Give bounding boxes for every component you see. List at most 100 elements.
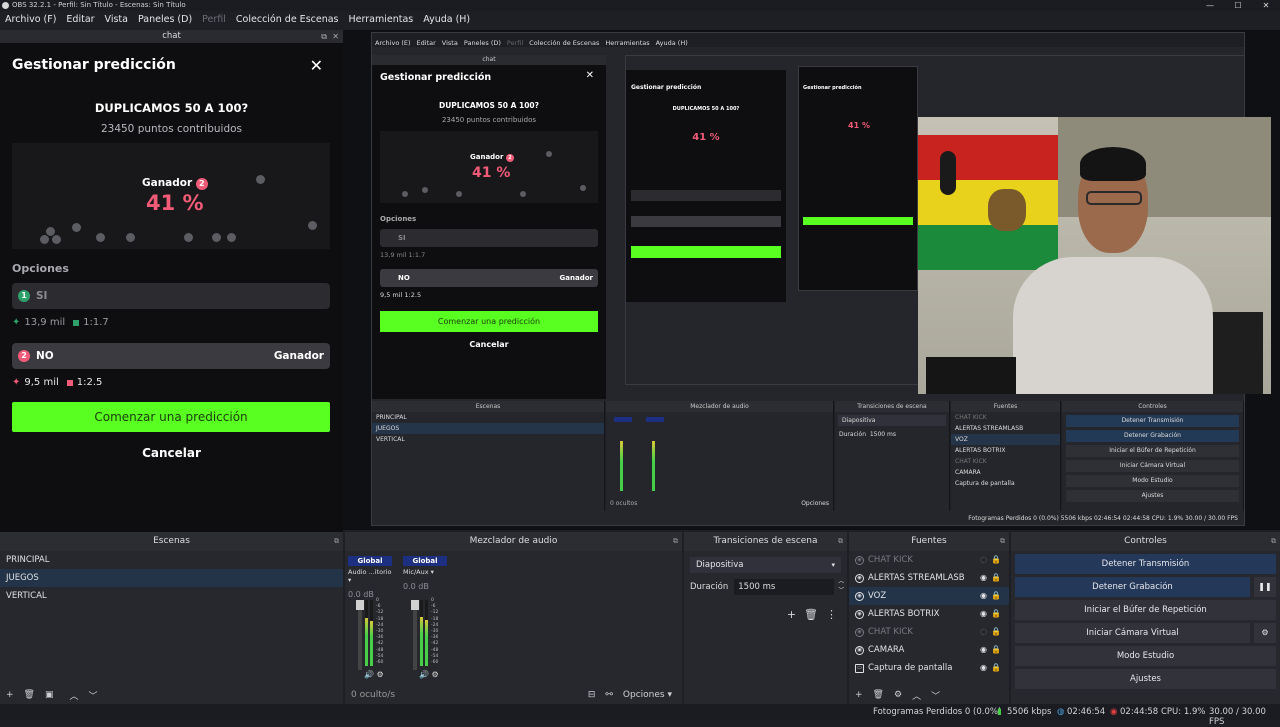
menu-coleccion-escenas[interactable]: Colección de Escenas bbox=[231, 11, 344, 28]
nested-option-2-stats: 9,5 mil 1:2.5 bbox=[380, 291, 422, 299]
remove-scene-icon[interactable]: 🗑 bbox=[24, 690, 35, 700]
dock-undock-icon[interactable]: ⧉ bbox=[1271, 532, 1276, 551]
menu-paneles[interactable]: Paneles (D) bbox=[133, 11, 197, 28]
menu-vista[interactable]: Vista bbox=[100, 11, 133, 28]
source-item[interactable]: ▭ Captura de pantalla ◉ 🔒 bbox=[849, 659, 1009, 677]
eye-icon[interactable]: ◉ bbox=[980, 569, 987, 587]
speaker-icon[interactable]: 🔊 bbox=[419, 670, 429, 679]
start-prediction-button[interactable]: Comenzar una predicción bbox=[12, 402, 330, 432]
eye-icon[interactable]: ◉ bbox=[980, 641, 987, 659]
eye-icon[interactable]: ◉ bbox=[980, 659, 987, 677]
transitions-title-text: Transiciones de escena bbox=[713, 536, 818, 546]
duration-input[interactable]: 1500 ms ︿ ﹀ bbox=[734, 578, 844, 595]
menu-herramientas[interactable]: Herramientas bbox=[344, 11, 419, 28]
spin-arrows-icon[interactable]: ︿ ﹀ bbox=[838, 577, 844, 595]
nested-source: CHAT KICK bbox=[955, 414, 987, 421]
graph-dot bbox=[212, 233, 221, 242]
add-transition-icon[interactable]: + bbox=[787, 608, 796, 621]
nested-control: Iniciar el Búfer de Repetición bbox=[1066, 445, 1239, 457]
eye-icon[interactable]: ◉ bbox=[980, 587, 987, 605]
channel-controls: 🔊 ⚙ bbox=[364, 670, 384, 679]
obs-logo-icon bbox=[2, 2, 9, 9]
channel-settings-icon[interactable]: ⚙ bbox=[432, 670, 439, 679]
move-down-icon[interactable]: ﹀ bbox=[89, 689, 98, 702]
dock-undock-icon[interactable]: ⧉ bbox=[334, 532, 339, 551]
pause-icon[interactable]: ❚❚ bbox=[1254, 577, 1276, 597]
lock-icon[interactable]: 🔒 bbox=[991, 605, 1001, 623]
stream-icon: ◍ bbox=[1057, 707, 1065, 717]
maximize-button[interactable]: ☐ bbox=[1224, 0, 1252, 11]
source-item[interactable]: ◉ CHAT KICK ◌ 🔒 bbox=[849, 551, 1009, 569]
lock-icon[interactable]: 🔒 bbox=[991, 659, 1001, 677]
transition-menu-icon[interactable]: ⋮ bbox=[826, 608, 837, 621]
mixer-layout-icon[interactable]: ⊟ bbox=[588, 690, 596, 700]
meter-tick: -18 bbox=[376, 616, 384, 622]
nested-duration-label: Duración bbox=[839, 431, 867, 438]
speaker-icon[interactable]: 🔊 bbox=[364, 670, 374, 679]
lock-icon[interactable]: 🔒 bbox=[991, 641, 1001, 659]
scene-item[interactable]: PRINCIPAL bbox=[0, 551, 343, 569]
mixer-link-icon[interactable]: ⚯ bbox=[605, 690, 613, 700]
nested-header: Gestionar predicción bbox=[380, 72, 492, 83]
filters-icon[interactable]: ▣ bbox=[45, 690, 54, 700]
title-bar: OBS 32.2.1 - Perfil: Sin Título - Escena… bbox=[0, 0, 1280, 11]
menu-editar[interactable]: Editar bbox=[61, 11, 99, 28]
move-up-icon[interactable]: ︿ bbox=[70, 689, 79, 702]
add-source-icon[interactable]: + bbox=[855, 690, 863, 700]
replay-buffer-button[interactable]: Iniciar el Búfer de Repetición bbox=[1015, 600, 1276, 620]
fader-knob[interactable] bbox=[356, 600, 364, 610]
eye-icon[interactable]: ◉ bbox=[980, 605, 987, 623]
add-scene-icon[interactable]: + bbox=[6, 690, 14, 700]
volume-fader[interactable] bbox=[411, 600, 419, 670]
option-no[interactable]: 2 NO Ganador bbox=[12, 343, 330, 369]
menu-perfil[interactable]: Perfil bbox=[197, 11, 231, 28]
dock-undock-icon[interactable]: ⧉ bbox=[673, 532, 678, 551]
virtual-camera-button[interactable]: Iniciar Cámara Virtual ⚙ bbox=[1015, 623, 1276, 643]
move-down-icon[interactable]: ﹀ bbox=[931, 689, 940, 702]
menu-ayuda[interactable]: Ayuda (H) bbox=[418, 11, 475, 28]
menu-archivo[interactable]: Archivo (F) bbox=[0, 11, 61, 28]
gear-icon[interactable]: ⚙ bbox=[1254, 623, 1276, 643]
scene-item[interactable]: VERTICAL bbox=[0, 587, 343, 605]
preview-canvas[interactable]: Archivo (E) Editar Vista Paneles (D) Per… bbox=[343, 30, 1280, 530]
scene-item[interactable]: JUEGOS bbox=[0, 569, 343, 587]
close-prediction-icon[interactable]: ✕ bbox=[310, 56, 323, 75]
source-item[interactable]: ◉ ALERTAS STREAMLASB ◉ 🔒 bbox=[849, 569, 1009, 587]
studio-mode-button[interactable]: Modo Estudio bbox=[1015, 646, 1276, 666]
move-up-icon[interactable]: ︿ bbox=[912, 689, 921, 702]
settings-button[interactable]: Ajustes bbox=[1015, 669, 1276, 689]
dock-undock-icon[interactable]: ⧉ bbox=[838, 532, 843, 551]
option-si[interactable]: 1 SI bbox=[12, 283, 330, 309]
close-window-button[interactable]: ✕ bbox=[1252, 0, 1280, 11]
hidden-eye-icon[interactable]: ◌ bbox=[980, 551, 987, 569]
lock-icon[interactable]: 🔒 bbox=[991, 623, 1001, 641]
remove-transition-icon[interactable]: 🗑 bbox=[804, 608, 818, 621]
undock-icon[interactable]: ⧉ bbox=[321, 30, 327, 43]
channel-settings-icon[interactable]: ⚙ bbox=[377, 670, 384, 679]
source-item[interactable]: ◉ VOZ ◉ 🔒 bbox=[849, 587, 1009, 605]
stop-recording-button[interactable]: Detener Grabación ❚❚ bbox=[1015, 577, 1276, 597]
lock-icon[interactable]: 🔒 bbox=[991, 569, 1001, 587]
record-time: 02:44:58 bbox=[1120, 707, 1159, 717]
cancel-prediction-button[interactable]: Cancelar bbox=[0, 446, 343, 460]
hidden-eye-icon[interactable]: ◌ bbox=[980, 623, 987, 641]
volume-fader[interactable] bbox=[356, 600, 364, 670]
source-item[interactable]: ◉ ALERTAS BOTRIX ◉ 🔒 bbox=[849, 605, 1009, 623]
source-settings-icon[interactable]: ⚙ bbox=[894, 690, 902, 700]
close-dock-icon[interactable]: ✕ bbox=[332, 30, 339, 43]
lock-icon[interactable]: 🔒 bbox=[991, 587, 1001, 605]
source-item[interactable]: ▣ CAMARA ◉ 🔒 bbox=[849, 641, 1009, 659]
source-item[interactable]: ◉ CHAT KICK ◌ 🔒 bbox=[849, 623, 1009, 641]
transition-select[interactable]: Diapositiva ▾ bbox=[690, 557, 841, 573]
remove-source-icon[interactable]: 🗑 bbox=[873, 690, 884, 700]
stop-stream-button[interactable]: Detener Transmisión bbox=[1015, 554, 1276, 574]
meter-tick: -42 bbox=[431, 641, 439, 647]
lock-icon[interactable]: 🔒 bbox=[991, 551, 1001, 569]
source-label: ALERTAS BOTRIX bbox=[868, 609, 940, 619]
channel-name[interactable]: Mic/Aux ▾ bbox=[403, 568, 447, 576]
channel-name[interactable]: Audio ...itorio ▾ bbox=[348, 568, 392, 584]
minimize-button[interactable]: — bbox=[1196, 0, 1224, 11]
mixer-options-button[interactable]: Opciones ▾ bbox=[623, 690, 672, 700]
fader-knob[interactable] bbox=[411, 600, 419, 610]
dock-undock-icon[interactable]: ⧉ bbox=[1000, 532, 1005, 551]
